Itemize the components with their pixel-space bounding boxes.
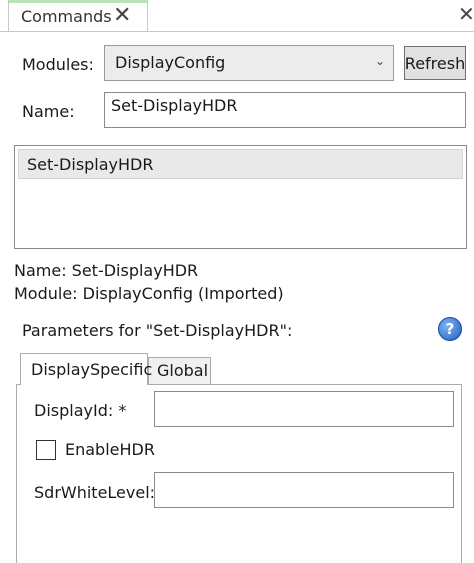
modules-label: Modules: — [22, 55, 94, 74]
refresh-button[interactable]: Refresh — [404, 46, 466, 80]
sdr-white-level-label: SdrWhiteLevel: — [34, 483, 156, 502]
name-label: Name: — [22, 102, 75, 121]
commands-tab-label: Commands — [21, 7, 112, 26]
parameters-title: Parameters for "Set-DisplayHDR": — [22, 321, 293, 340]
tab-global[interactable]: Global — [148, 357, 211, 384]
enable-hdr-label: EnableHDR — [65, 440, 155, 459]
help-icon[interactable]: ? — [438, 317, 462, 341]
modules-dropdown-value: DisplayConfig — [115, 53, 226, 72]
display-id-input[interactable] — [154, 391, 454, 427]
enable-hdr-checkbox[interactable] — [36, 440, 56, 460]
list-item[interactable]: Set-DisplayHDR — [18, 149, 463, 179]
close-pane-icon[interactable]: ✕ — [458, 2, 474, 26]
header-divider — [0, 31, 474, 32]
display-id-label: DisplayId: * — [34, 401, 127, 420]
tab-display-specific[interactable]: DisplaySpecific — [20, 353, 152, 385]
details-name: Name: Set-DisplayHDR — [14, 261, 199, 280]
tab-global-label: Global — [157, 361, 209, 380]
details-module: Module: DisplayConfig (Imported) — [14, 284, 284, 303]
list-item-label: Set-DisplayHDR — [27, 155, 154, 174]
sdr-white-level-input[interactable] — [154, 472, 454, 508]
command-list[interactable]: Set-DisplayHDR — [14, 145, 467, 249]
name-input[interactable]: Set-DisplayHDR — [104, 92, 466, 128]
chevron-down-icon: ⌄ — [374, 54, 385, 68]
commands-pane-tab[interactable]: Commands ✕ — [8, 0, 148, 32]
modules-dropdown[interactable]: DisplayConfig ⌄ — [104, 45, 394, 81]
name-input-value: Set-DisplayHDR — [111, 96, 238, 115]
tab-display-specific-label: DisplaySpecific — [31, 360, 153, 379]
close-icon[interactable]: ✕ — [113, 3, 131, 28]
